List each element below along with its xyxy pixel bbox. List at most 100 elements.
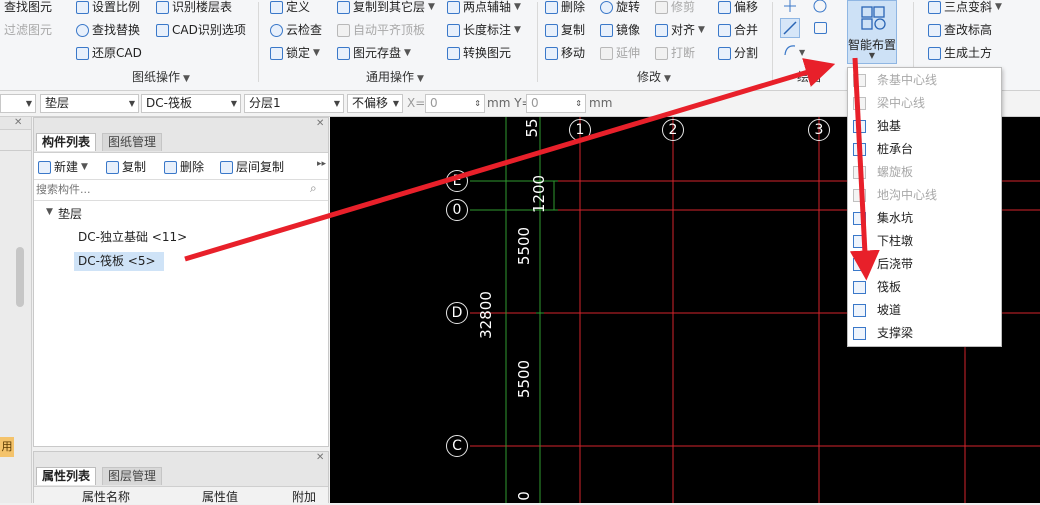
column-header: 属性值 (202, 490, 239, 504)
auto-align-top-slab-button[interactable]: 自动平齐顶板 (337, 21, 425, 39)
axis-bubble[interactable]: 2 (662, 119, 684, 141)
axis-bubble[interactable]: D (446, 302, 468, 324)
dimension-text: 55 (523, 118, 541, 138)
find-element-button[interactable]: 查找图元 (4, 0, 52, 16)
tree-root[interactable]: 垫层 (58, 205, 82, 222)
tab-layer-management[interactable]: 图层管理 (102, 467, 163, 485)
align-button[interactable]: 对齐 ▼ (655, 21, 705, 39)
component-list-panel: ✕ 构件列表 图纸管理 新建▼ 复制 删除 层间复制 ▸▸ ⌕ ▼ 垫层 DC-… (33, 117, 329, 447)
cad-identify-options-button[interactable]: CAD识别选项 (156, 21, 246, 39)
tree-item[interactable]: DC-独立基础 <11> (74, 228, 191, 247)
menu-item-trench-centerline[interactable]: 地沟中心线 (848, 184, 1001, 207)
sublayer-select[interactable]: 分层1 ▼ (244, 94, 344, 113)
menu-item-beam-centerline[interactable]: 梁中心线 (848, 92, 1001, 115)
point-draw-icon[interactable] (782, 0, 798, 12)
cloud-check-button[interactable]: 云检查 (270, 21, 322, 39)
menu-item-ramp[interactable]: 坡道 (848, 299, 1001, 322)
merge-button[interactable]: 合并 (718, 21, 758, 39)
generate-earthwork-button[interactable]: 生成土方 (928, 44, 992, 62)
axis-bubble[interactable]: 1 (569, 119, 591, 141)
scale-icon (76, 0, 89, 14)
rectangle-draw-icon[interactable] (814, 22, 827, 34)
copy-floor-icon (337, 0, 350, 14)
circle-draw-icon[interactable] (812, 0, 828, 14)
ribbon-divider (537, 2, 538, 82)
length-dimension-button[interactable]: 长度标注 ▼ (447, 21, 521, 39)
properties-panel: ✕ 属性列表 图层管理 属性名称 属性值 附加 (33, 451, 329, 504)
menu-item-post-cast-strip[interactable]: 后浇带 (848, 253, 1001, 276)
status-badge[interactable]: 用 (0, 437, 14, 457)
delete-button[interactable]: 删除 (545, 0, 585, 16)
offset-select[interactable]: 不偏移 ▼ (347, 94, 403, 113)
scrollbar-thumb[interactable] (16, 247, 24, 307)
cloud-check-icon (270, 23, 283, 37)
split-button[interactable]: 分割 (718, 44, 758, 62)
x-input[interactable]: 0 ⇕ (425, 94, 485, 113)
menu-item-spiral-slab[interactable]: 螺旋板 (848, 161, 1001, 184)
find-replace-button[interactable]: 查找替换 (76, 21, 140, 39)
menu-item-sump-pit[interactable]: 集水坑 (848, 207, 1001, 230)
menu-item-pile-cap[interactable]: 桩承台 (848, 138, 1001, 161)
two-point-axis-button[interactable]: 两点辅轴 ▼ (447, 0, 521, 16)
edit-elevation-button[interactable]: 查改标高 (928, 21, 992, 39)
mirror-button[interactable]: 镜像 (600, 21, 640, 39)
tab-component-list[interactable]: 构件列表 (36, 133, 97, 151)
copy-component-button[interactable]: 复制 (106, 158, 146, 176)
menu-item-raft-slab[interactable]: 筏板 (848, 276, 1001, 299)
move-button[interactable]: 移动 (545, 44, 585, 62)
extend-button[interactable]: 延伸 (600, 44, 640, 62)
tree-item-selected[interactable]: DC-筏板 <5> (74, 252, 164, 271)
line-draw-icon[interactable] (780, 18, 800, 38)
identify-floor-table-button[interactable]: 识别楼层表 (156, 0, 232, 16)
rotate-button[interactable]: 旋转 (600, 0, 640, 16)
menu-item-support-beam[interactable]: 支撑梁 (848, 322, 1001, 345)
component-select[interactable]: DC-筏板 ▼ (141, 94, 241, 113)
filter-element-button[interactable]: 过滤图元 (4, 21, 52, 39)
tab-drawing-management[interactable]: 图纸管理 (102, 133, 163, 151)
axis-bubble[interactable]: E (446, 170, 468, 192)
copy-to-other-floor-button[interactable]: 复制到其它层 ▼ (337, 0, 435, 16)
element-save-button[interactable]: 图元存盘 ▼ (337, 44, 411, 62)
axis-bubble[interactable]: 3 (808, 119, 830, 141)
close-icon[interactable]: ✕ (316, 452, 324, 463)
tree-expand-icon[interactable]: ▼ (46, 207, 53, 217)
menu-item-strip-centerline[interactable]: 条基中心线 (848, 69, 1001, 92)
category-select[interactable]: ▼ (0, 94, 36, 113)
lock-icon (270, 46, 283, 60)
menu-item-column-pier[interactable]: 下柱墩 (848, 230, 1001, 253)
three-point-slope-button[interactable]: 三点变斜 ▼ (928, 0, 1002, 16)
close-icon[interactable]: ✕ (14, 117, 22, 128)
y-input[interactable]: 0 ⇕ (526, 94, 586, 113)
lock-button[interactable]: 锁定 ▼ (270, 44, 320, 62)
restore-cad-button[interactable]: 还原CAD (76, 44, 142, 62)
drawing-ops-group-label: 图纸操作 ▼ (132, 70, 190, 84)
tab-property-list[interactable]: 属性列表 (36, 467, 97, 485)
post-cast-strip-icon (853, 258, 866, 271)
axis-bubble[interactable]: 0 (446, 199, 468, 221)
axis-bubble[interactable]: C (446, 435, 468, 457)
search-icon[interactable]: ⌕ (310, 181, 317, 196)
more-icon[interactable]: ▸▸ (317, 159, 326, 169)
break-button[interactable]: 打断 (655, 44, 695, 62)
divider (0, 150, 31, 151)
layer-select[interactable]: 垫层 ▼ (40, 94, 139, 113)
menu-item-isolated-footing[interactable]: 独基 (848, 115, 1001, 138)
set-scale-button[interactable]: 设置比例 (76, 0, 140, 16)
column-pier-icon (853, 235, 866, 248)
copy-icon (106, 160, 119, 174)
arc-draw-icon[interactable]: ▼ (782, 42, 806, 58)
smart-layout-button[interactable]: 智能布置 ▼ (847, 0, 897, 64)
new-component-button[interactable]: 新建 ▼ (38, 158, 88, 176)
axis-icon (447, 0, 460, 14)
close-icon[interactable]: ✕ (316, 118, 324, 129)
floor-copy-button[interactable]: 层间复制 (220, 158, 284, 176)
convert-icon (447, 46, 460, 60)
offset-button[interactable]: 偏移 (718, 0, 758, 16)
search-input[interactable] (36, 181, 306, 197)
define-icon (270, 0, 283, 14)
delete-component-button[interactable]: 删除 (164, 158, 204, 176)
define-button[interactable]: 定义 (270, 0, 310, 16)
copy-button[interactable]: 复制 (545, 21, 585, 39)
trim-button[interactable]: 修剪 (655, 0, 695, 16)
convert-element-button[interactable]: 转换图元 (447, 44, 511, 62)
